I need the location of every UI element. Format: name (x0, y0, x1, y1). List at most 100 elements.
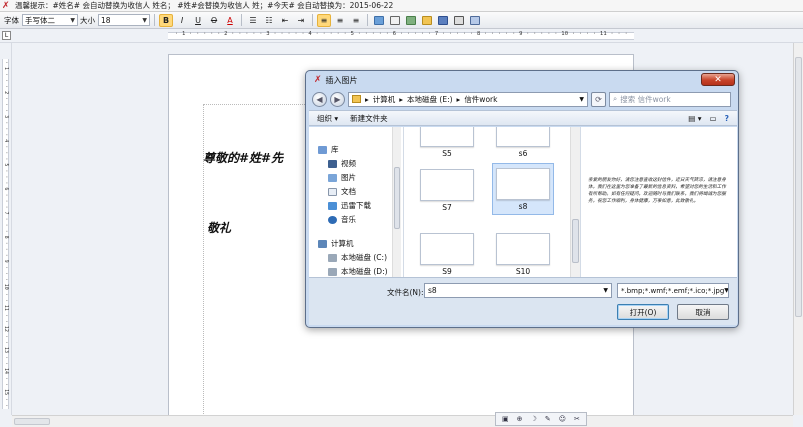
cancel-button[interactable]: 取消 (677, 304, 729, 320)
file-thumbnail (496, 127, 550, 147)
folder-icon (352, 95, 361, 103)
insert-table-icon[interactable] (388, 14, 402, 27)
mini-toolbar: ▣ ⊕ ☽ ✎ ☺ ✂ (495, 412, 587, 426)
font-label: 字体 (4, 15, 19, 25)
scroll-thumb[interactable] (14, 418, 50, 425)
italic-button[interactable]: I (175, 14, 189, 27)
music-icon (328, 215, 337, 224)
zoom-icon[interactable]: ⊕ (517, 415, 523, 423)
filename-label: 文件名(N): (387, 288, 424, 297)
toolbar-divider (154, 14, 155, 26)
tools-icon[interactable]: ✂ (574, 415, 580, 423)
file-item-s5[interactable]: S5 (416, 127, 478, 159)
insert-image-dialog: ✗ 插入图片 ✕ ◀ ▶ ▸ 计算机 ▸ 本地磁盘 (E:) ▸ 信件work … (305, 70, 739, 328)
chevron-down-icon[interactable]: ▼ (579, 96, 584, 103)
user-icon[interactable]: ☺ (559, 415, 566, 423)
address-bar: ◀ ▶ ▸ 计算机 ▸ 本地磁盘 (E:) ▸ 信件work ▼ ⟳ ⌕ 搜索 … (312, 90, 734, 108)
chevron-down-icon: ▼ (70, 16, 75, 24)
bullet-list-icon[interactable]: ☷ (262, 14, 276, 27)
insert-link-icon[interactable] (404, 14, 418, 27)
view-icon[interactable]: ▣ (502, 415, 509, 423)
back-button[interactable]: ◀ (312, 91, 327, 107)
breadcrumb-computer[interactable]: 计算机 (373, 94, 396, 105)
breadcrumb-folder[interactable]: 信件work (464, 94, 497, 105)
ruler-numbers: · 1 · · · · · 2 · · · · · 3 · · · · · 4 … (175, 31, 630, 37)
indent-icon[interactable]: ⇥ (294, 14, 308, 27)
library-icon (318, 145, 327, 154)
search-input[interactable]: ⌕ 搜索 信件work (609, 91, 731, 107)
file-list-scrollbar[interactable] (570, 127, 580, 277)
new-folder-button[interactable]: 新建文件夹 (350, 113, 388, 124)
navigation-pane: 库 视频 图片 文档 迅雷下载 音乐 计算机 本地磁盘 (C:) 本地磁盘 (D… (309, 127, 404, 277)
dialog-footer: 文件名(N): s8 ▼ *.bmp;*.wmf;*.emf;*.ico;*.jp… (309, 277, 737, 325)
closing-text[interactable]: 敬礼 (207, 219, 231, 236)
tab-stop-selector[interactable]: L (2, 31, 11, 40)
filename-input[interactable]: s8 ▼ (424, 283, 612, 298)
greeting-text[interactable]: 尊敬的#姓#先 (203, 149, 283, 166)
hint-text: 温馨提示：#姓名# 会自动替换为收信人 姓名； #姓#会替换为收信人 姓；#今天… (15, 1, 394, 10)
align-left-icon[interactable]: ≡ (317, 13, 331, 27)
app-logo-icon: ✗ (2, 0, 10, 11)
strike-button[interactable]: O (207, 14, 221, 27)
horizontal-scrollbar[interactable] (12, 415, 793, 427)
moon-icon[interactable]: ☽ (531, 415, 537, 423)
file-item-s6[interactable]: s6 (492, 127, 554, 159)
font-select[interactable]: 手写体二 ▼ (22, 14, 78, 26)
open-folder-icon[interactable] (420, 14, 434, 27)
file-thumbnail (496, 168, 550, 200)
forward-button[interactable]: ▶ (330, 91, 345, 107)
help-icon[interactable]: ? (725, 114, 729, 123)
command-bar: 组织 ▾ 新建文件夹 ▤ ▾ ▭ ? (309, 110, 737, 126)
size-label: 大小 (80, 15, 95, 25)
print-icon[interactable] (452, 14, 466, 27)
brush-icon[interactable]: ✎ (545, 415, 551, 423)
horizontal-ruler: L · 1 · · · · · 2 · · · · · 3 · · · · · … (0, 29, 803, 43)
bold-button[interactable]: B (159, 13, 173, 27)
file-item-s7[interactable]: S7 (416, 169, 478, 213)
picture-icon (328, 173, 337, 182)
organize-button[interactable]: 组织 ▾ (317, 113, 338, 124)
close-button[interactable]: ✕ (701, 73, 735, 86)
nav-scrollbar[interactable] (392, 127, 401, 277)
drive-icon (328, 267, 337, 276)
outdent-icon[interactable]: ⇤ (278, 14, 292, 27)
document-icon (328, 187, 337, 196)
path-breadcrumb[interactable]: ▸ 计算机 ▸ 本地磁盘 (E:) ▸ 信件work ▼ (348, 91, 588, 107)
chevron-down-icon: ▼ (142, 16, 147, 24)
preview-icon[interactable] (468, 14, 482, 27)
file-item-s10[interactable]: S10 (492, 233, 554, 277)
save-icon[interactable] (436, 14, 450, 27)
underline-button[interactable]: U (191, 14, 205, 27)
scroll-thumb[interactable] (394, 167, 400, 229)
breadcrumb-drive[interactable]: 本地磁盘 (E:) (407, 94, 453, 105)
refresh-button[interactable]: ⟳ (591, 91, 606, 107)
video-icon (328, 159, 337, 168)
chevron-right-icon: ▸ (365, 94, 369, 104)
insert-image-icon[interactable] (372, 14, 386, 27)
computer-icon (318, 239, 327, 248)
file-item-s8[interactable]: s8 (492, 163, 554, 215)
font-color-button[interactable]: A (223, 14, 237, 27)
open-button[interactable]: 打开(O) (617, 304, 669, 320)
preview-pane-icon[interactable]: ▭ (710, 114, 717, 123)
numbered-list-icon[interactable]: ☰ (246, 14, 260, 27)
vertical-ruler: · 1 · · · 2 · · · 3 · · · 4 · · · 5 · · … (0, 43, 12, 415)
file-thumbnail (420, 127, 474, 147)
scroll-thumb[interactable] (795, 57, 802, 317)
chevron-down-icon[interactable]: ▼ (603, 287, 608, 294)
view-options-icon[interactable]: ▤ ▾ (688, 114, 701, 123)
file-thumbnail (420, 169, 474, 201)
file-list: S5 s6 S7 s8 S9 S10 (404, 127, 580, 277)
vertical-scrollbar[interactable] (793, 43, 803, 415)
dialog-titlebar[interactable]: ✗ 插入图片 ✕ (308, 72, 736, 88)
chevron-down-icon: ▼ (724, 287, 729, 294)
file-thumbnail (420, 233, 474, 265)
filetype-select[interactable]: *.bmp;*.wmf;*.emf;*.ico;*.jpg ▼ (617, 283, 729, 298)
align-right-icon[interactable]: ≡ (349, 14, 363, 27)
align-center-icon[interactable]: ≡ (333, 14, 347, 27)
dialog-title: 插入图片 (325, 75, 358, 85)
app-logo-icon: ✗ (314, 75, 322, 85)
file-item-s9[interactable]: S9 (416, 233, 478, 277)
scroll-thumb[interactable] (572, 219, 579, 263)
size-select[interactable]: 18 ▼ (98, 14, 150, 26)
